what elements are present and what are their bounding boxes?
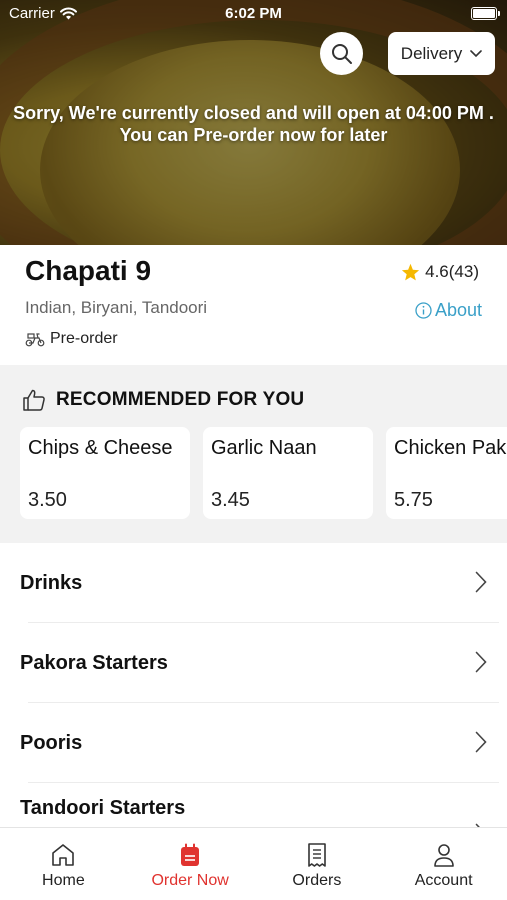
- category-label: Pooris: [20, 731, 83, 754]
- item-name: Chicken Pakora: [394, 437, 507, 459]
- battery-icon: [471, 7, 500, 20]
- restaurant-name: Chapati 9: [25, 255, 152, 286]
- tab-label: Home: [42, 872, 85, 889]
- about-link[interactable]: About: [415, 300, 482, 321]
- preorder-label: Pre-order: [50, 330, 118, 347]
- info-icon: [415, 302, 432, 319]
- category-row-pakora-starters[interactable]: Pakora Starters: [0, 623, 507, 703]
- tab-label: Order Now: [151, 872, 229, 889]
- rating-value: 4.6(43): [425, 262, 479, 281]
- recommended-item-card[interactable]: Chips & Cheese 3.50: [20, 427, 190, 519]
- recommended-header: RECOMMENDED FOR YOU: [22, 389, 304, 411]
- scooter-icon: [25, 333, 45, 347]
- recommended-item-card[interactable]: Garlic Naan 3.45: [203, 427, 373, 519]
- category-label: Drinks: [20, 571, 83, 594]
- search-button[interactable]: [320, 32, 363, 75]
- recommended-title: RECOMMENDED FOR YOU: [56, 389, 305, 410]
- item-price: 3.45: [211, 489, 250, 511]
- chevron-right-icon: [475, 651, 487, 673]
- star-icon: [402, 263, 420, 281]
- closed-message-line1: Sorry, We're currently closed and will o…: [13, 103, 494, 123]
- category-row-pooris[interactable]: Pooris: [0, 703, 507, 783]
- chevron-right-icon: [475, 571, 487, 593]
- category-label: Tandoori Starters: [20, 797, 186, 819]
- chevron-down-icon: [470, 49, 483, 57]
- item-price: 3.50: [28, 489, 67, 511]
- status-bar: Carrier 6:02 PM: [0, 0, 507, 28]
- delivery-mode-select[interactable]: Delivery: [388, 32, 495, 75]
- cuisine-list: Indian, Biryani, Tandoori: [25, 298, 208, 317]
- category-row-drinks[interactable]: Drinks: [0, 543, 507, 623]
- tab-orders[interactable]: Orders: [254, 828, 381, 900]
- chevron-right-icon: [475, 731, 487, 753]
- tab-order-now[interactable]: Order Now: [127, 828, 254, 900]
- menu-category-list: Drinks Pakora Starters Pooris Tandoori S…: [0, 543, 507, 845]
- restaurant-rating: 4.6(43): [401, 262, 479, 282]
- recommended-item-card[interactable]: Chicken Pakora 5.75: [386, 427, 507, 519]
- hero-banner: Carrier 6:02 PM Delivery Sorry, We're cu…: [0, 0, 507, 245]
- closed-message: Sorry, We're currently closed and will o…: [0, 102, 507, 146]
- recommended-section: RECOMMENDED FOR YOU Chips & Cheese 3.50 …: [0, 365, 507, 543]
- search-icon: [331, 43, 352, 64]
- tab-home[interactable]: Home: [0, 828, 127, 900]
- status-time: 6:02 PM: [225, 5, 282, 22]
- tab-account[interactable]: Account: [380, 828, 507, 900]
- user-icon: [433, 844, 454, 867]
- delivery-mode-label: Delivery: [400, 43, 463, 63]
- item-name: Garlic Naan: [211, 437, 317, 459]
- tab-label: Orders: [292, 872, 342, 889]
- about-label: About: [434, 300, 482, 320]
- category-label: Pakora Starters: [20, 651, 168, 674]
- tab-label: Account: [414, 872, 473, 889]
- recommended-list: Chips & Cheese 3.50 Garlic Naan 3.45 Chi…: [20, 427, 507, 519]
- thumbs-up-icon: [23, 389, 45, 411]
- order-bag-icon: [181, 843, 200, 866]
- receipt-icon: [308, 843, 326, 867]
- closed-message-line2: You can Pre-order now for later: [119, 125, 388, 145]
- bottom-tab-bar: Home Order Now Orders Account: [0, 827, 507, 900]
- item-price: 5.75: [394, 489, 433, 511]
- restaurant-info: Chapati 9 4.6(43) Indian, Biryani, Tando…: [0, 245, 507, 365]
- preorder-badge: Pre-order: [25, 330, 118, 348]
- home-icon: [52, 844, 75, 866]
- item-name: Chips & Cheese: [28, 437, 173, 459]
